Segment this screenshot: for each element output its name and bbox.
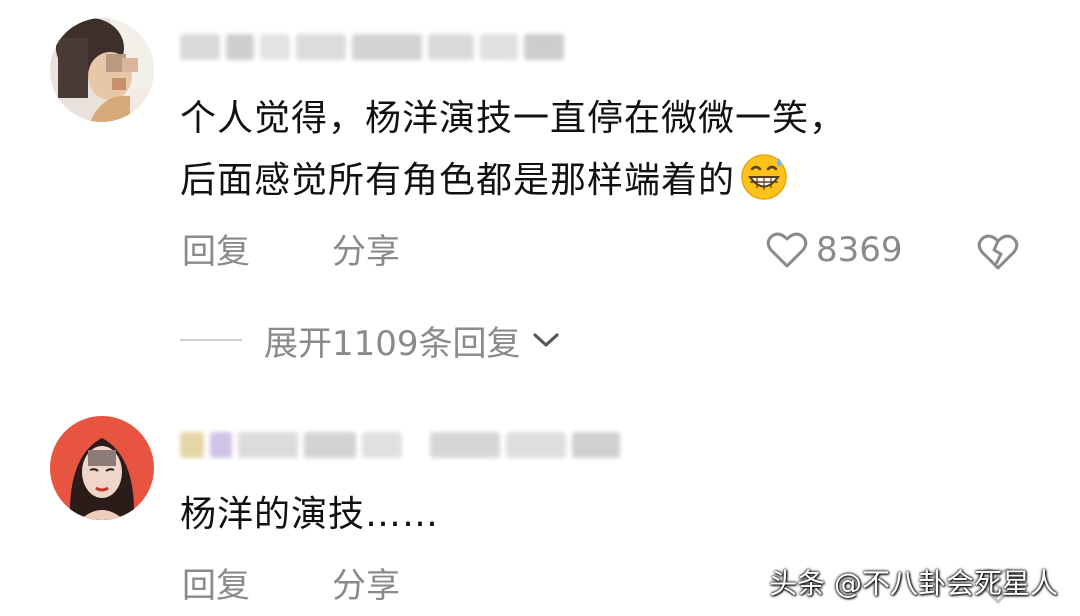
- username[interactable]: [180, 30, 564, 64]
- like-count: 8369: [816, 230, 903, 270]
- divider-line: [180, 339, 242, 341]
- comment-text: 杨洋的演技……: [180, 494, 440, 535]
- avatar-image: [50, 18, 154, 122]
- comment-text-line: 后面感觉所有角色都是那样端着的: [180, 150, 1000, 212]
- username[interactable]: [180, 428, 620, 462]
- comment-text-line-2: 后面感觉所有角色都是那样端着的: [180, 160, 736, 201]
- dislike-button[interactable]: [976, 232, 1020, 272]
- reply-button[interactable]: 回复: [182, 566, 250, 606]
- watermark: 头条 @不八卦会死星人: [769, 567, 1058, 600]
- share-button[interactable]: 分享: [332, 566, 400, 606]
- grin-sweat-emoji-icon: [739, 152, 789, 202]
- reply-button[interactable]: 回复: [182, 232, 250, 272]
- avatar-image: [50, 416, 154, 520]
- heart-icon: [766, 230, 808, 270]
- comment-text: 个人觉得，杨洋演技一直停在微微一笑， 后面感觉所有角色都是那样端着的: [180, 88, 1000, 212]
- broken-heart-icon: [977, 234, 1019, 270]
- like-button[interactable]: 8369: [766, 230, 903, 270]
- share-button[interactable]: 分享: [332, 232, 400, 272]
- avatar[interactable]: [50, 18, 154, 122]
- expand-replies-button[interactable]: 展开1109条回复: [180, 320, 561, 364]
- avatar[interactable]: [50, 416, 154, 520]
- comment-text-line: 个人觉得，杨洋演技一直停在微微一笑，: [180, 98, 847, 139]
- expand-replies-label: 展开1109条回复: [264, 323, 521, 364]
- chevron-down-icon: [531, 330, 561, 350]
